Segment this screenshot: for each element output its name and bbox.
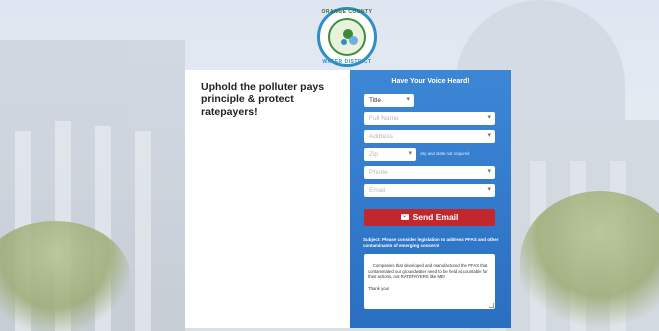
full-name-placeholder: Full Name [369, 115, 399, 122]
logo-emblem [328, 18, 366, 56]
form-title: Have Your Voice Heard! [391, 78, 470, 85]
zip-note: city and state not required [420, 151, 470, 156]
message-panel: Uphold the polluter pays principle & pro… [185, 70, 350, 328]
email-field[interactable]: Email [364, 184, 495, 197]
email-subject: Subject: Please consider legislation to … [363, 237, 499, 248]
logo-text-top: ORANGE COUNTY [321, 9, 373, 15]
title-select[interactable]: Title [364, 94, 414, 107]
headline: Uphold the polluter pays principle & pro… [201, 81, 325, 118]
message-text: Companies that developed and manufacture… [368, 262, 488, 291]
full-name-field[interactable]: Full Name [364, 112, 495, 125]
water-district-logo: ORANGE COUNTY WATER DISTRICT [317, 7, 377, 67]
foreground-plants [520, 191, 659, 331]
email-placeholder: Email [369, 187, 386, 194]
address-placeholder: Address [369, 133, 393, 140]
send-email-label: Send Email [412, 212, 459, 222]
message-textarea[interactable]: Companies that developed and manufacture… [364, 254, 495, 309]
envelope-icon [400, 214, 409, 220]
phone-placeholder: Phone [369, 169, 388, 176]
resize-handle-icon[interactable] [489, 303, 494, 308]
send-email-button[interactable]: Send Email [364, 209, 495, 226]
logo-text-bottom: WATER DISTRICT [322, 59, 372, 65]
phone-field[interactable]: Phone [364, 166, 495, 179]
title-select-value: Title [369, 97, 382, 104]
zip-field[interactable]: Zip [364, 148, 416, 161]
zip-placeholder: Zip [369, 151, 379, 158]
water-drop-icon [341, 39, 347, 45]
flask-icon [349, 36, 358, 45]
contact-form: Have Your Voice Heard! Title Full Name A… [350, 70, 511, 328]
address-field[interactable]: Address [364, 130, 495, 143]
